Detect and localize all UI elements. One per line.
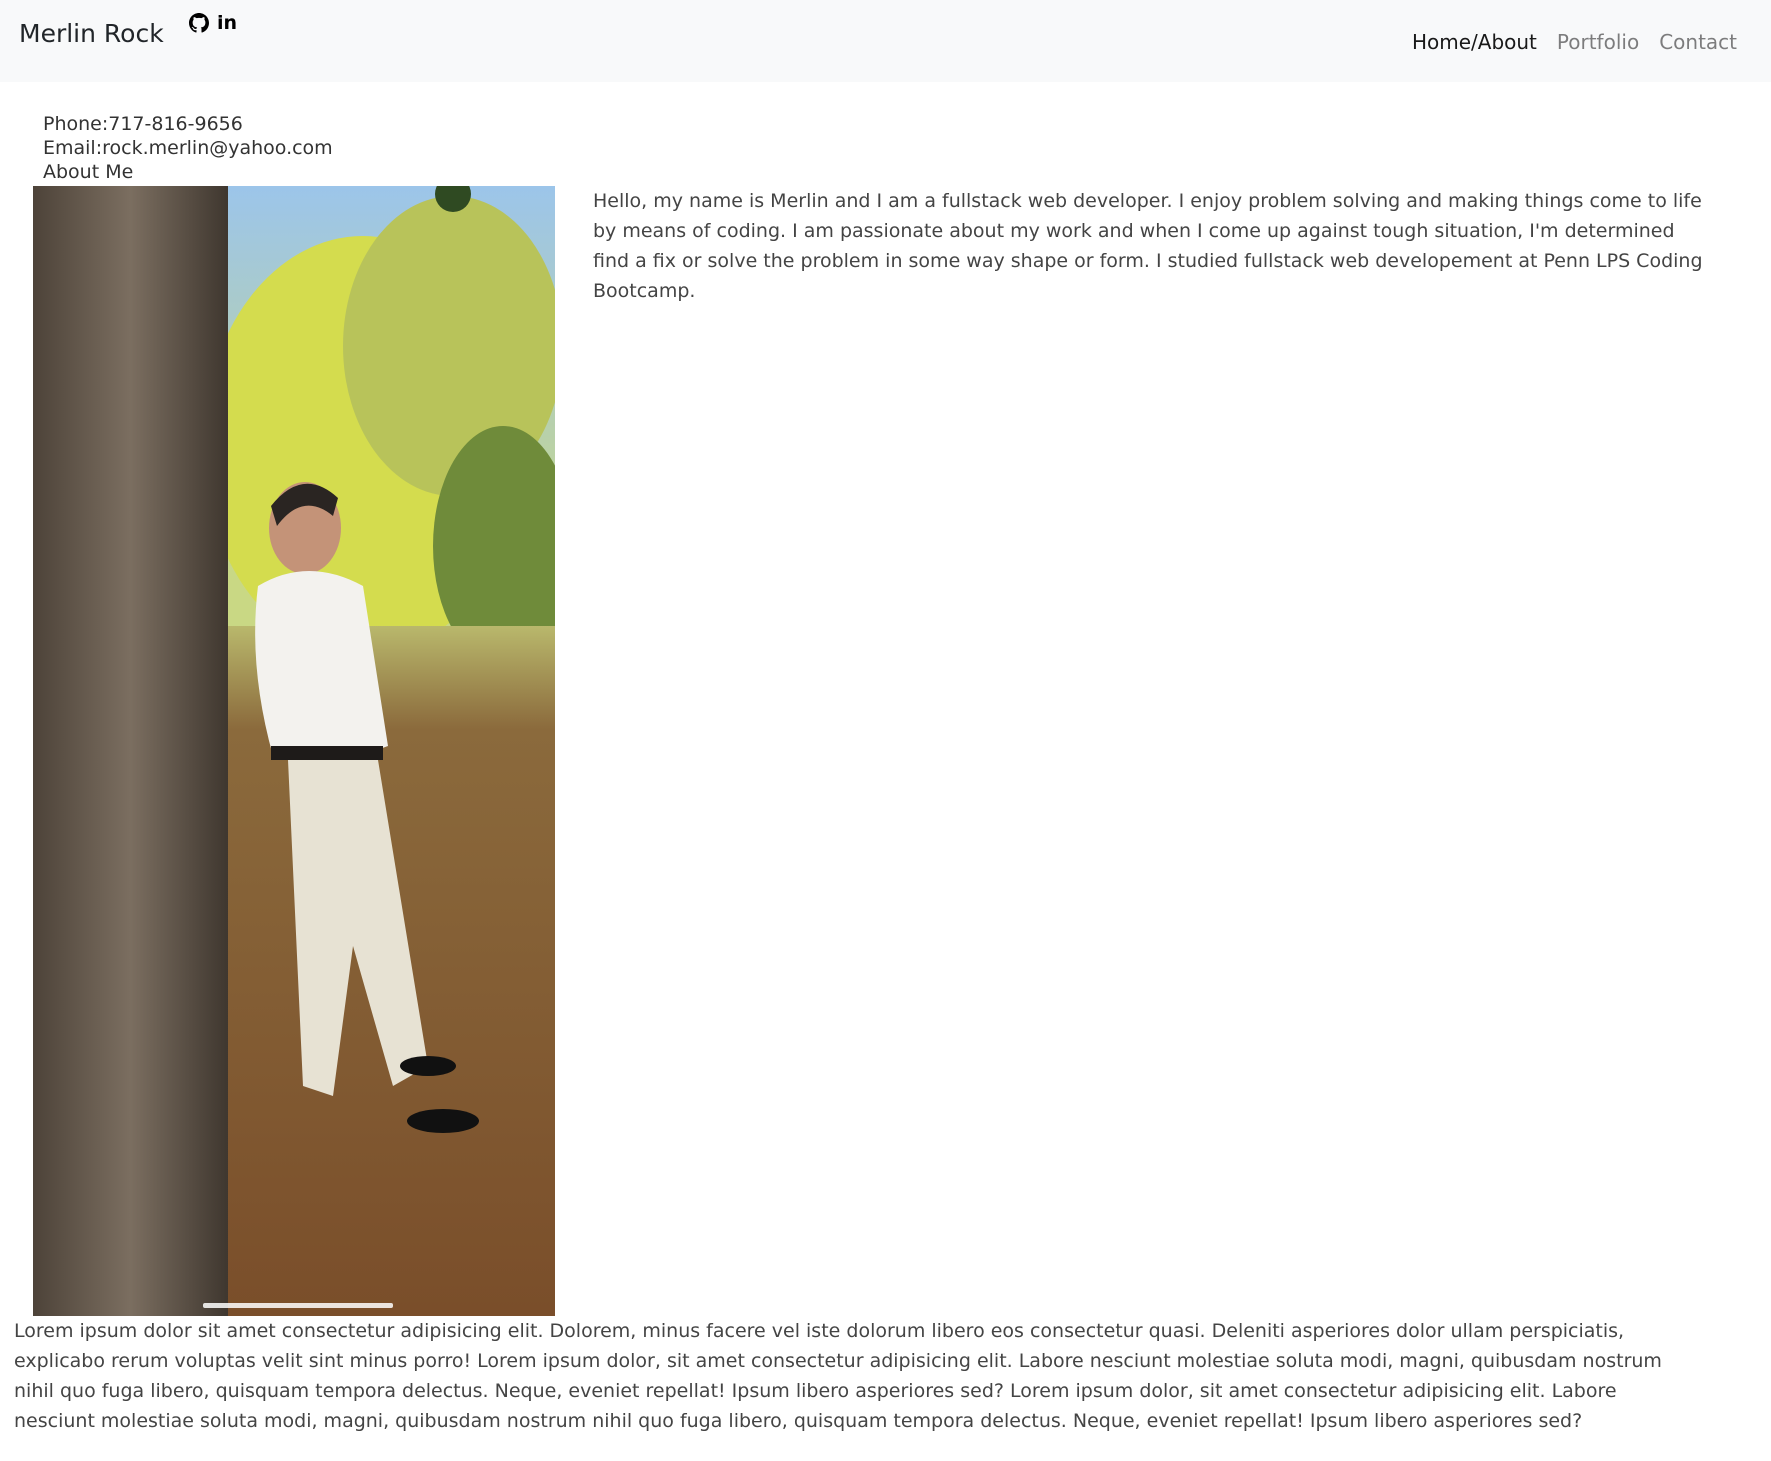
social-links: in [188,12,238,34]
linkedin-icon: in [216,12,238,34]
github-link[interactable] [188,12,210,34]
nav-contact[interactable]: Contact [1659,28,1737,56]
nav-portfolio[interactable]: Portfolio [1557,28,1639,56]
github-icon [189,13,209,33]
profile-photo [33,186,555,1316]
nav-links: Home/About Portfolio Contact [1412,28,1737,56]
linkedin-link[interactable]: in [216,12,238,34]
email-text: Email:rock.merlin@yahoo.com [43,137,333,159]
contact-info: Phone:717-816-9656 Email:rock.merlin@yah… [43,112,333,184]
about-me-heading: About Me [43,161,134,183]
lorem-text: Lorem ipsum dolor sit amet consectetur a… [14,1320,1662,1432]
phone-text: Phone:717-816-9656 [43,113,243,135]
nav-home-about[interactable]: Home/About [1412,28,1537,56]
bio-text: Hello, my name is Merlin and I am a full… [593,190,1703,302]
brand-link[interactable]: Merlin Rock [19,18,164,50]
navbar: Merlin Rock in Home/About Portfolio Cont… [0,0,1771,82]
